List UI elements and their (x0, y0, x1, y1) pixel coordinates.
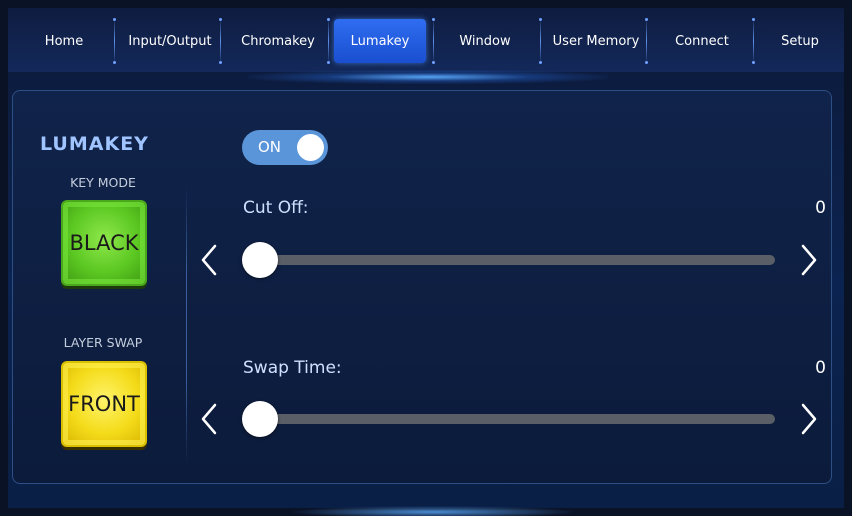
tab-chromakey[interactable]: Chromakey (228, 19, 328, 63)
tab-separator (113, 18, 116, 64)
layer-swap-button[interactable]: FRONT (61, 361, 147, 447)
lumakey-logo: LUMAKEY (40, 133, 149, 155)
key-mode-button[interactable]: BLACK (61, 200, 147, 286)
swap-time-decrease-button[interactable] (195, 399, 223, 439)
panel-divider (186, 186, 187, 464)
layer-swap-label: LAYER SWAP (63, 335, 143, 350)
tab-setup[interactable]: Setup (760, 19, 840, 63)
tab-home[interactable]: Home (26, 19, 102, 63)
active-tab-glow (248, 70, 608, 84)
lumakey-on-toggle[interactable]: ON (242, 130, 328, 165)
tab-separator (645, 18, 648, 64)
toggle-label: ON (258, 138, 282, 156)
tab-separator (539, 18, 542, 64)
cut-off-slider-track[interactable] (258, 255, 775, 265)
toggle-knob (297, 134, 324, 161)
tab-connect[interactable]: Connect (652, 19, 752, 63)
bottom-glow (288, 506, 578, 516)
tab-user-memory[interactable]: User Memory (544, 19, 648, 63)
key-mode-value: BLACK (69, 231, 139, 255)
cut-off-value: 0 (815, 198, 826, 218)
tab-separator (752, 18, 755, 64)
swap-time-label: Swap Time: (243, 358, 342, 378)
top-nav-bar: Home Input/Output Chromakey Lumakey Wind… (8, 8, 844, 72)
chevron-left-icon (201, 244, 217, 276)
chevron-left-icon (201, 403, 217, 435)
tab-separator (432, 18, 435, 64)
tab-window[interactable]: Window (440, 19, 530, 63)
swap-time-slider-track[interactable] (258, 414, 775, 424)
tab-lumakey[interactable]: Lumakey (334, 19, 426, 63)
cut-off-slider-handle[interactable] (242, 242, 278, 278)
tab-separator (327, 18, 330, 64)
layer-swap-value: FRONT (68, 392, 140, 416)
chevron-right-icon (801, 244, 817, 276)
tab-input-output[interactable]: Input/Output (122, 19, 218, 63)
cut-off-decrease-button[interactable] (195, 240, 223, 280)
tab-separator (219, 18, 222, 64)
swap-time-slider-handle[interactable] (242, 401, 278, 437)
swap-time-increase-button[interactable] (795, 399, 823, 439)
key-mode-label: KEY MODE (70, 175, 136, 190)
cut-off-increase-button[interactable] (795, 240, 823, 280)
cut-off-label: Cut Off: (243, 198, 309, 218)
swap-time-value: 0 (815, 358, 826, 378)
chevron-right-icon (801, 403, 817, 435)
